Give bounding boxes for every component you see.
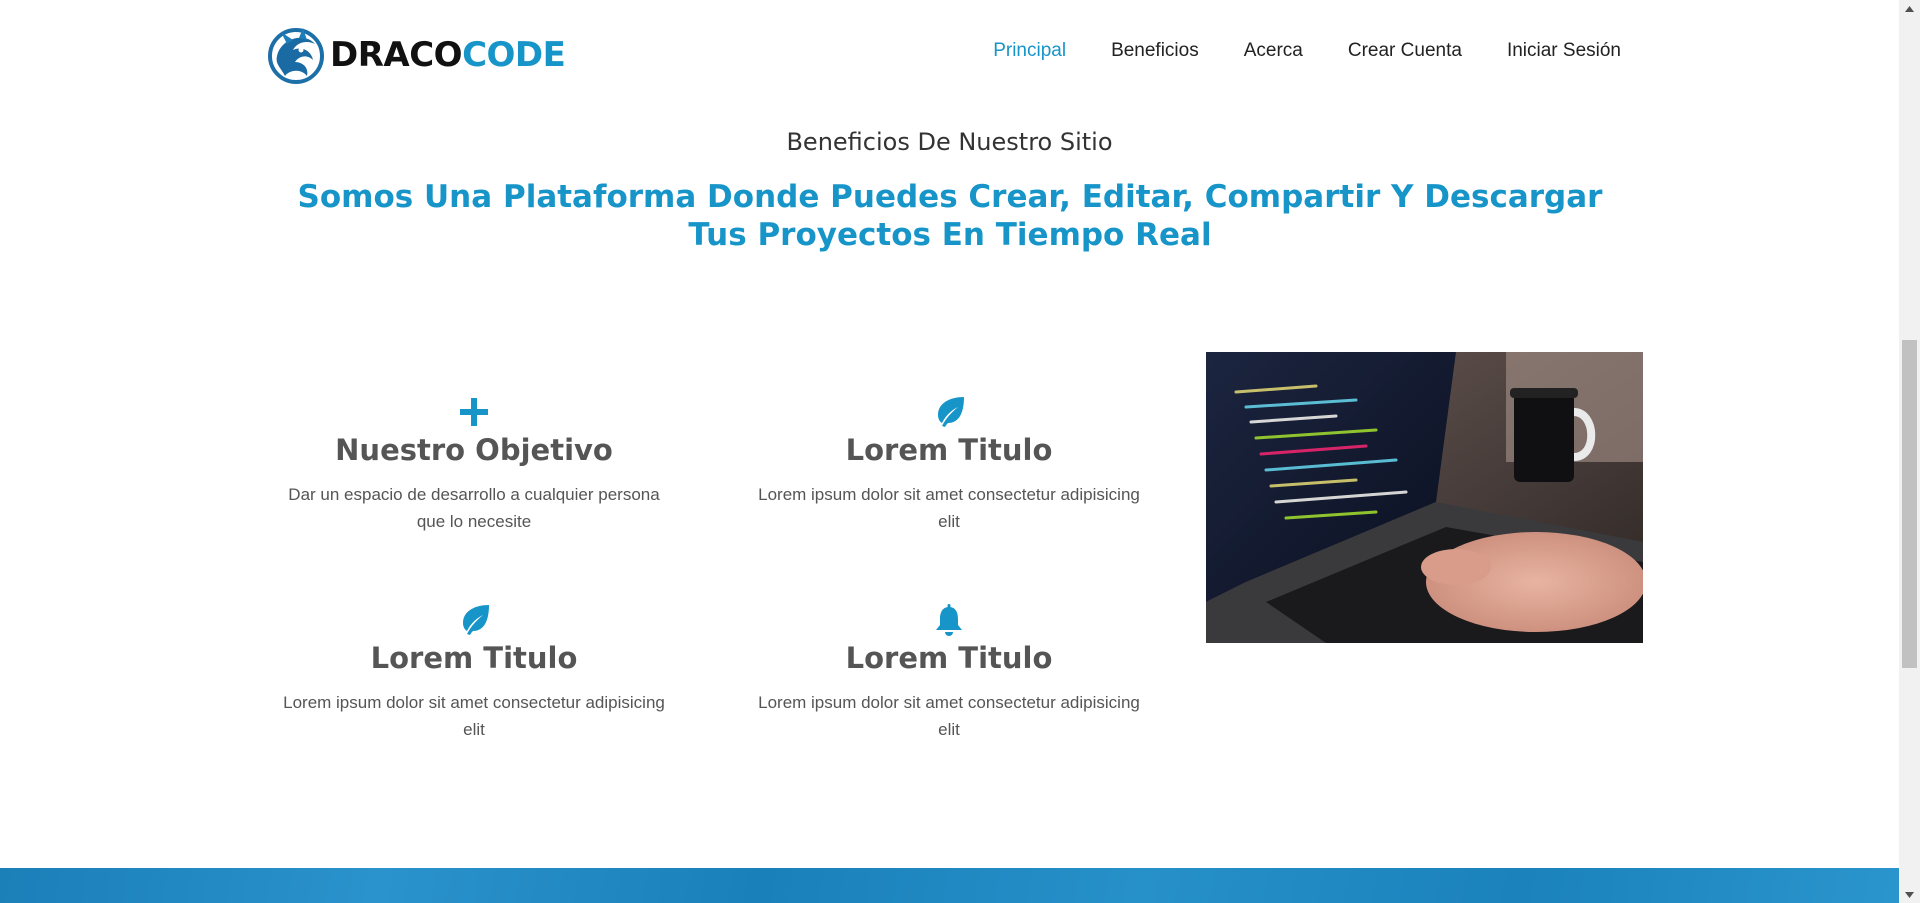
feature-title: Nuestro Objetivo xyxy=(335,433,613,467)
scroll-up-arrow-icon[interactable] xyxy=(1899,0,1920,17)
nav-acerca[interactable]: Acerca xyxy=(1244,40,1303,62)
scrollbar-thumb[interactable] xyxy=(1902,340,1917,668)
page: DRACOCODE Principal Beneficios Acerca Cr… xyxy=(0,0,1899,903)
footer-band xyxy=(0,868,1899,903)
laptop-coding-photo xyxy=(1206,352,1643,643)
navbar: DRACOCODE Principal Beneficios Acerca Cr… xyxy=(0,0,1899,104)
feature-card: Lorem Titulo Lorem ipsum dolor sit amet … xyxy=(749,395,1149,535)
dragon-logo-icon xyxy=(268,28,324,84)
vertical-scrollbar[interactable] xyxy=(1899,0,1920,903)
feature-title: Lorem Titulo xyxy=(845,433,1053,467)
brand-name-dark: DRACO xyxy=(330,35,463,75)
feature-card: Nuestro Objetivo Dar un espacio de desar… xyxy=(274,395,674,535)
feature-text: Dar un espacio de desarrollo a cualquier… xyxy=(288,485,660,531)
feature-title: Lorem Titulo xyxy=(370,641,578,675)
nav-iniciar-sesion[interactable]: Iniciar Sesión xyxy=(1507,40,1621,62)
leaf-icon xyxy=(938,397,964,427)
nav-beneficios[interactable]: Beneficios xyxy=(1111,40,1199,62)
brand-name-blue: CODE xyxy=(462,35,566,75)
main-nav: Principal Beneficios Acerca Crear Cuenta… xyxy=(948,40,1621,62)
feature-card: Lorem Titulo Lorem ipsum dolor sit amet … xyxy=(274,603,674,743)
plus-icon xyxy=(460,398,488,426)
feature-card: Lorem Titulo Lorem ipsum dolor sit amet … xyxy=(749,603,1149,743)
bell-icon xyxy=(936,604,962,636)
brand-name: DRACOCODE xyxy=(330,35,566,75)
nav-principal[interactable]: Principal xyxy=(993,40,1066,62)
section-headline: Somos Una Plataforma Donde Puedes Crear,… xyxy=(297,179,1603,253)
feature-text: Lorem ipsum dolor sit amet consectetur a… xyxy=(758,693,1140,739)
brand-logo[interactable]: DRACOCODE xyxy=(267,25,566,85)
feature-title: Lorem Titulo xyxy=(845,641,1053,675)
scroll-down-arrow-icon[interactable] xyxy=(1899,886,1920,903)
nav-crear-cuenta[interactable]: Crear Cuenta xyxy=(1348,40,1462,62)
feature-text: Lorem ipsum dolor sit amet consectetur a… xyxy=(758,485,1140,531)
section-kicker: Beneficios De Nuestro Sitio xyxy=(786,128,1113,156)
feature-text: Lorem ipsum dolor sit amet consectetur a… xyxy=(283,693,665,739)
leaf-icon xyxy=(463,605,489,635)
